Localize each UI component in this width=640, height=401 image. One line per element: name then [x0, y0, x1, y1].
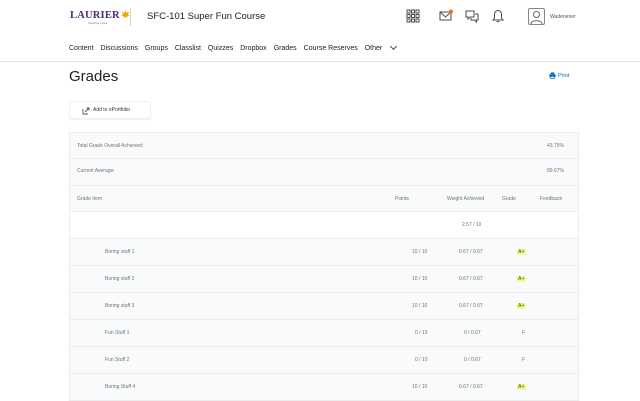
grade-item-name: Boring Stuff 4 [105, 384, 136, 390]
overall-value: 43.75% [547, 143, 564, 149]
grade-item-name: Boring stuff 1 [105, 249, 135, 255]
nav-dropbox[interactable]: Dropbox [240, 45, 266, 55]
grade-weight: 0 / 0.67 [464, 357, 481, 363]
grade-item-name: Boring stuff 2 [105, 276, 135, 282]
nav-grades[interactable]: Grades [274, 45, 297, 55]
nav-classlist[interactable]: Classlist [175, 45, 201, 55]
person-icon [530, 11, 543, 25]
table-row: Fun Stuff 1 0 / 10 0 / 0.67 F [70, 320, 578, 347]
grade-points: 10 / 10 [412, 249, 428, 255]
chevron-down-icon [390, 42, 398, 51]
grade-weight: 0.67 / 0.67 [459, 276, 483, 282]
overall-grade-row: Total Grade Overall Achieved: 43.75% [70, 132, 578, 159]
top-header: LAURIER Inspiring Lives SFC-101 Super Fu… [0, 0, 640, 36]
col-grade[interactable]: Grade [502, 196, 516, 202]
average-value: 89.67% [547, 168, 564, 174]
printer-icon [549, 72, 556, 79]
export-icon [82, 107, 90, 115]
table-row: Boring stuff 2 10 / 10 0.67 / 0.67 A+ [70, 266, 578, 293]
grades-table: Total Grade Overall Achieved: 43.75% Cur… [69, 132, 579, 401]
maple-leaf-icon [120, 10, 130, 19]
col-weight[interactable]: Weight Achieved [447, 196, 484, 202]
header-divider [130, 8, 131, 26]
eportfolio-label: Add to ePortfolio [93, 107, 130, 113]
logo-text: LAURIER [70, 10, 120, 21]
chat-icon[interactable] [465, 9, 479, 23]
nav-content[interactable]: Content [69, 45, 94, 55]
grade-weight: 0.67 / 0.67 [459, 384, 483, 390]
nav-divider [0, 61, 640, 62]
logo-subtext: Inspiring Lives [88, 21, 108, 25]
user-avatar-icon[interactable] [528, 8, 545, 25]
mail-icon[interactable] [439, 9, 453, 23]
category-row: 2.57 / 10 [70, 212, 578, 239]
grade-weight: 0.67 / 0.67 [459, 249, 483, 255]
col-points[interactable]: Points [395, 196, 409, 202]
grade-badge: A+ [517, 249, 526, 255]
nav-other[interactable]: Other [364, 42, 398, 55]
table-row: Boring Stuff 4 10 / 10 0.67 / 0.67 A+ [70, 374, 578, 401]
nav-course-reserves[interactable]: Course Reserves [304, 45, 358, 55]
apps-grid-icon[interactable] [406, 9, 420, 23]
page-title: Grades [69, 68, 119, 85]
overall-label: Total Grade Overall Achieved: [77, 143, 144, 149]
grade-badge: A+ [517, 303, 526, 309]
table-row: Fun Stuff 2 0 / 10 0 / 0.67 F [70, 347, 578, 374]
add-to-eportfolio-button[interactable]: Add to ePortfolio [69, 101, 151, 119]
bell-icon[interactable] [491, 9, 505, 23]
average-label: Current Average: [77, 168, 115, 174]
grade-item-name: Boring stuff 3 [105, 303, 135, 309]
grade-letter: A+ [517, 276, 526, 282]
nav-discussions[interactable]: Discussions [101, 45, 138, 55]
course-navbar: Content Discussions Groups Classlist Qui… [69, 42, 403, 55]
category-weight: 2.57 / 10 [462, 222, 482, 228]
col-feedback[interactable]: Feedback [540, 196, 562, 202]
grade-item-name: Fun Stuff 2 [105, 357, 130, 363]
grade-points: 0 / 10 [415, 330, 428, 336]
table-header-row: Grade Item Points Weight Achieved Grade … [70, 186, 578, 212]
table-row: Boring stuff 1 10 / 10 0.67 / 0.67 A+ [70, 239, 578, 266]
username[interactable]: Wadenener [550, 14, 576, 20]
print-button[interactable]: Print [549, 72, 569, 79]
current-average-row: Current Average: 89.67% [70, 159, 578, 186]
grade-points: 10 / 10 [412, 303, 428, 309]
grade-weight: 0 / 0.67 [464, 330, 481, 336]
laurier-logo[interactable]: LAURIER Inspiring Lives [70, 10, 130, 26]
grade-points: 10 / 10 [412, 384, 428, 390]
grade-weight: 0.67 / 0.67 [459, 303, 483, 309]
grade-letter: F [522, 330, 526, 336]
grade-letter: A+ [517, 249, 526, 255]
print-label: Print [558, 72, 570, 79]
grade-item-name: Fun Stuff 1 [105, 330, 130, 336]
grade-letter: A+ [517, 303, 526, 309]
table-row: Boring stuff 3 10 / 10 0.67 / 0.67 A+ [70, 293, 578, 320]
grade-letter: A+ [517, 384, 526, 390]
nav-other-label: Other [364, 45, 383, 52]
grade-points: 0 / 10 [415, 357, 428, 363]
nav-groups[interactable]: Groups [145, 45, 168, 55]
grade-badge: A+ [517, 384, 526, 390]
grade-badge: A+ [517, 276, 526, 282]
col-grade-item[interactable]: Grade Item [77, 196, 102, 202]
course-title[interactable]: SFC-101 Super Fun Course [147, 11, 265, 22]
nav-quizzes[interactable]: Quizzes [208, 45, 233, 55]
grade-points: 10 / 10 [412, 276, 428, 282]
grade-letter: F [522, 357, 526, 363]
